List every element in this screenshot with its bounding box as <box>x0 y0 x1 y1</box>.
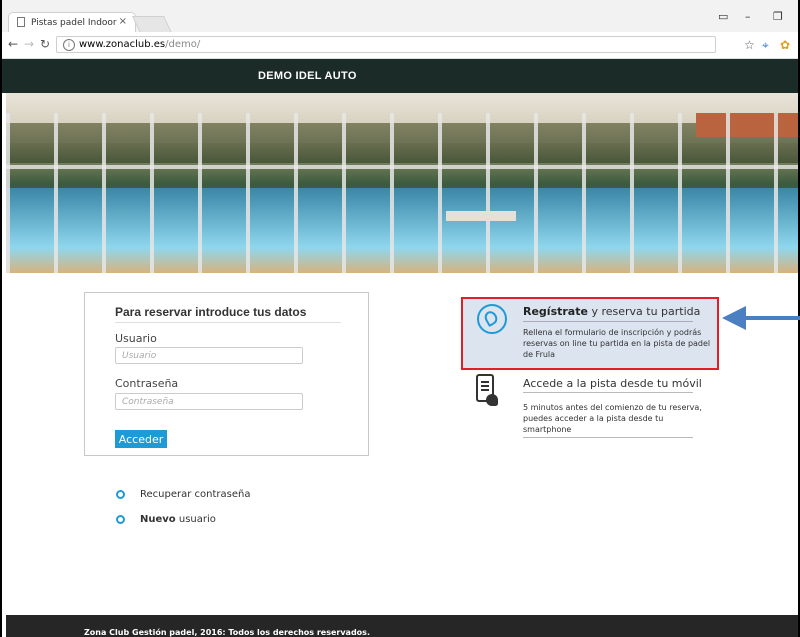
divider <box>115 322 341 323</box>
minimize-button[interactable]: – <box>745 10 751 23</box>
info-icon[interactable]: i <box>63 39 75 51</box>
tab-close-icon[interactable]: × <box>119 16 127 27</box>
new-tab-button[interactable] <box>132 16 172 33</box>
back-icon[interactable]: ← <box>8 37 18 51</box>
restore-button[interactable]: ❐ <box>773 10 783 23</box>
register-title-bold: Regístrate <box>523 305 588 318</box>
new-user-bold: Nuevo <box>140 514 176 525</box>
site-footer: Zona Club Gestión padel, 2016: Todos los… <box>6 615 798 637</box>
browser-toolbar: ← → ↻ i www.zonaclub.es/demo/ ☆ ⌖ ✿ <box>2 32 798 59</box>
divider <box>523 437 693 438</box>
recover-password-text: Recuperar contraseña <box>140 489 251 500</box>
extension-icon-2[interactable]: ✿ <box>780 38 790 52</box>
padel-icon <box>477 304 507 334</box>
divider <box>523 392 693 393</box>
register-title-rest: y reserva tu partida <box>587 305 701 318</box>
hero-image <box>6 93 798 273</box>
page-icon <box>17 17 25 27</box>
user-label: Usuario <box>115 332 157 345</box>
forward-icon[interactable]: → <box>24 37 34 51</box>
bullet-ring-icon <box>116 490 125 499</box>
arrow-icon <box>722 306 800 330</box>
divider <box>523 321 693 322</box>
mobile-title: Accede a la pista desde tu móvil <box>523 377 702 390</box>
phone-icon <box>476 374 498 406</box>
url-host: www.zonaclub.es <box>79 39 166 50</box>
site-header: DEMO IDEL AUTO <box>2 59 798 93</box>
browser-tab[interactable]: Pistas padel Indoor × <box>8 12 136 32</box>
tab-title: Pistas padel Indoor <box>31 18 117 28</box>
acceder-button[interactable]: Acceder <box>115 430 167 448</box>
phone-screen-lines <box>481 381 489 393</box>
mobile-description: 5 minutos antes del comienzo de tu reser… <box>523 403 702 434</box>
hero-rail <box>6 165 798 169</box>
arrow-head <box>722 306 746 330</box>
url-text: www.zonaclub.es/demo/ <box>79 39 200 50</box>
register-title[interactable]: Regístrate y reserva tu partida <box>523 305 700 318</box>
profile-icon[interactable]: ▭ <box>718 10 728 23</box>
register-description: Rellena el formulario de inscripción y p… <box>523 328 711 359</box>
site-title: DEMO IDEL AUTO <box>258 70 357 82</box>
password-input[interactable] <box>115 393 303 410</box>
login-title: Para reservar introduce tus datos <box>115 305 307 319</box>
new-user-rest: usuario <box>175 514 216 525</box>
footer-text: Zona Club Gestión padel, 2016: Todos los… <box>84 628 370 637</box>
new-user-text: Nuevo usuario <box>140 514 216 525</box>
star-icon[interactable]: ☆ <box>744 38 755 52</box>
register-panel[interactable]: Regístrate y reserva tu partida Rellena … <box>461 297 719 370</box>
user-input[interactable] <box>115 347 303 364</box>
hand-shape <box>486 394 498 406</box>
login-form: Para reservar introduce tus datos Usuari… <box>84 292 369 456</box>
extension-icon[interactable]: ⌖ <box>762 38 769 53</box>
reload-icon[interactable]: ↻ <box>40 37 50 51</box>
url-path: /demo/ <box>165 39 201 50</box>
tab-strip: Pistas padel Indoor × ▭ – ❐ <box>2 0 798 33</box>
padel-racket-shape <box>482 308 500 328</box>
hero-bench <box>446 211 516 221</box>
password-label: Contraseña <box>115 377 179 390</box>
bullet-ring-icon <box>116 515 125 524</box>
hero-fence <box>6 113 798 273</box>
address-bar[interactable]: i www.zonaclub.es/demo/ <box>56 36 716 53</box>
